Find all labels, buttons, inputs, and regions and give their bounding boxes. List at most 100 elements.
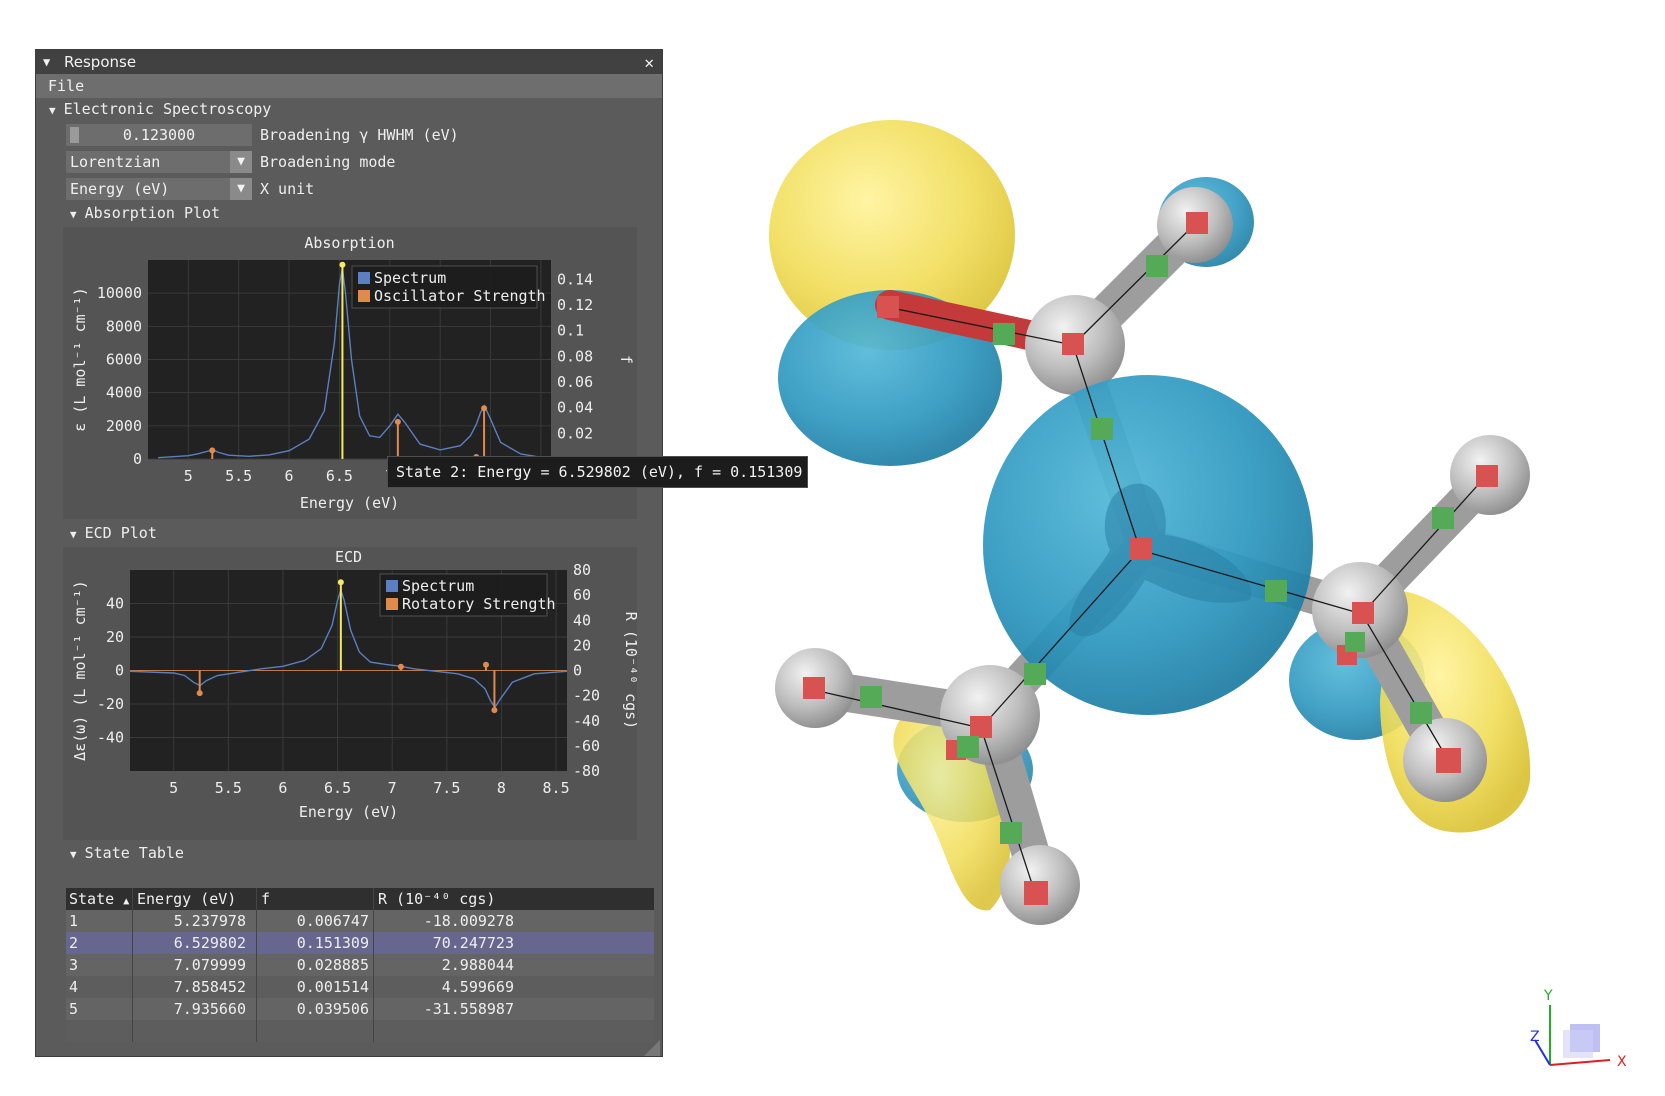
y2-tick-label: 60 — [573, 586, 591, 604]
y-tick-label: 2000 — [106, 417, 142, 435]
close-icon[interactable]: ✕ — [644, 53, 654, 72]
y2-tick-label: 0.14 — [557, 270, 593, 288]
x-tick-label: 6.5 — [324, 779, 351, 797]
cell-state: 2 — [66, 932, 133, 954]
chart-legend: SpectrumOscillator Strength — [351, 265, 546, 309]
x-unit-label: X unit — [260, 180, 315, 198]
legend-swatch-stick — [358, 290, 370, 302]
chevron-down-icon[interactable]: ▼ — [230, 151, 252, 173]
col-energy[interactable]: Energy (eV) — [133, 888, 257, 910]
y2-tick-label: -40 — [573, 712, 600, 730]
axis-z-label: Z — [1530, 1029, 1540, 1045]
cell-f: 0.039506 — [257, 998, 374, 1020]
y2-axis-label: f — [617, 355, 635, 364]
section-title: Electronic Spectroscopy — [63, 100, 272, 118]
broadening-mode-combo[interactable]: Lorentzian ▼ — [66, 151, 252, 173]
sort-ascending-icon: ▲ — [123, 896, 130, 907]
chart-legend: SpectrumRotatory Strength — [379, 573, 556, 617]
stick-point — [337, 579, 344, 586]
resize-grip[interactable] — [644, 1040, 660, 1056]
collapse-icon: ▼ — [70, 528, 77, 541]
stick-point — [482, 661, 489, 668]
x-unit-value: Energy (eV) — [70, 180, 170, 198]
y-tick-label: 20 — [106, 628, 124, 646]
cell-f: 0.006747 — [257, 910, 374, 932]
section-ecd-plot[interactable]: ▼ ECD Plot — [70, 524, 157, 542]
y2-tick-label: 20 — [573, 636, 591, 654]
cell-energy: 7.935660 — [133, 998, 257, 1020]
y2-tick-label: 0.06 — [557, 373, 593, 391]
x-tick-label: 6.5 — [326, 467, 353, 485]
legend-label-spectrum: Spectrum — [402, 577, 474, 595]
table-row[interactable]: 3 7.079999 0.028885 2.988044 — [66, 954, 654, 976]
y2-tick-label: 0.08 — [557, 347, 593, 365]
stick-point — [394, 418, 401, 425]
x-tick-label: 7.5 — [433, 779, 460, 797]
ecd-plot-frame: ECD 5 5.5 6 6.5 7 7.5 8 8.5 -40 -20 0 20 40 -80 -60 -40 -… — [63, 547, 640, 840]
y-tick-label: 10000 — [97, 284, 142, 302]
broadening-input[interactable]: 0.123000 — [66, 124, 252, 146]
x-unit-combo[interactable]: Energy (eV) ▼ — [66, 178, 252, 200]
table-row[interactable]: 1 5.237978 0.006747 -18.009278 — [66, 910, 654, 932]
collapse-window-icon[interactable]: ▼ — [43, 55, 55, 69]
section-absorption-plot[interactable]: ▼ Absorption Plot — [70, 204, 220, 222]
y-axis-label: ε (L mol⁻¹ cm⁻¹) — [71, 287, 89, 432]
y-axis-label: Δε(ω) (L mol⁻¹ cm⁻¹) — [71, 580, 89, 761]
x-tick-label: 5.5 — [225, 467, 252, 485]
cell-r: -18.009278 — [423, 912, 514, 930]
ecd-header: ECD Plot — [84, 524, 157, 542]
stick-point — [339, 261, 346, 268]
table-row-selected[interactable]: 2 6.529802 0.151309 70.247723 — [66, 932, 654, 954]
y-tick-label: 40 — [106, 595, 124, 613]
x-tick-label: 5 — [184, 467, 193, 485]
cell-r: 2.988044 — [441, 956, 514, 974]
collapse-icon: ▼ — [70, 208, 77, 221]
cell-state: 1 — [66, 910, 133, 932]
chart-title: Absorption — [304, 234, 394, 252]
cell-energy: 6.529802 — [133, 932, 257, 954]
legend-swatch-spectrum — [358, 272, 370, 284]
cell-f: 0.151309 — [257, 932, 374, 954]
x-tick-label: 5 — [169, 779, 178, 797]
y-tick-label: 6000 — [106, 351, 142, 369]
y-tick-label: 0 — [133, 450, 142, 468]
y-tick-label: -20 — [97, 695, 124, 713]
y-tick-label: -40 — [97, 729, 124, 747]
x-tick-label: 6 — [285, 467, 294, 485]
stick-point — [481, 405, 488, 412]
ecd-chart[interactable]: ECD 5 5.5 6 6.5 7 7.5 8 8.5 -40 -20 0 20 40 -80 -60 -40 -… — [63, 547, 640, 840]
x-tick-label: 8.5 — [543, 779, 570, 797]
table-empty-row — [66, 1020, 654, 1042]
axis-x-label: X — [1617, 1054, 1627, 1070]
y2-tick-label: -80 — [573, 762, 600, 780]
y2-tick-label: 80 — [573, 561, 591, 579]
y2-axis-label: R (10⁻⁴⁰ cgs) — [622, 612, 637, 729]
table-header-row: State ▲ Energy (eV) f R (10⁻⁴⁰ cgs) — [66, 888, 654, 910]
stick-point — [397, 663, 404, 670]
col-state[interactable]: State ▲ — [66, 888, 133, 910]
section-electronic-spectroscopy[interactable]: ▼ Electronic Spectroscopy — [49, 100, 271, 118]
chevron-down-icon[interactable]: ▼ — [230, 178, 252, 200]
y2-tick-label: 0.02 — [557, 424, 593, 442]
axis-y-label: Y — [1543, 988, 1553, 1004]
y2-tick-label: -20 — [573, 687, 600, 705]
axis-gizmo: X Y Z — [1530, 988, 1627, 1070]
col-f[interactable]: f — [257, 888, 374, 910]
x-tick-label: 8 — [497, 779, 506, 797]
menu-file[interactable]: File — [48, 77, 84, 95]
y-tick-label: 4000 — [106, 384, 142, 402]
x-axis-label: Energy (eV) — [300, 494, 399, 512]
cell-energy: 7.858452 — [133, 976, 257, 998]
molecule-viewer[interactable]: X Y Z — [680, 0, 1665, 1096]
legend-label-stick: Oscillator Strength — [374, 287, 546, 305]
col-r[interactable]: R (10⁻⁴⁰ cgs) — [374, 888, 514, 910]
section-state-table[interactable]: ▼ State Table — [70, 844, 184, 862]
window-title: Response — [64, 53, 137, 71]
cell-energy: 7.079999 — [133, 954, 257, 976]
table-row[interactable]: 4 7.858452 0.001514 4.599669 — [66, 976, 654, 998]
legend-swatch-stick — [386, 598, 398, 610]
table-row[interactable]: 5 7.935660 0.039506 -31.558987 — [66, 998, 654, 1020]
window-titlebar[interactable]: ▼ Response ✕ — [36, 50, 662, 74]
cell-state: 5 — [66, 998, 133, 1020]
broadening-value: 0.123000 — [122, 126, 196, 144]
